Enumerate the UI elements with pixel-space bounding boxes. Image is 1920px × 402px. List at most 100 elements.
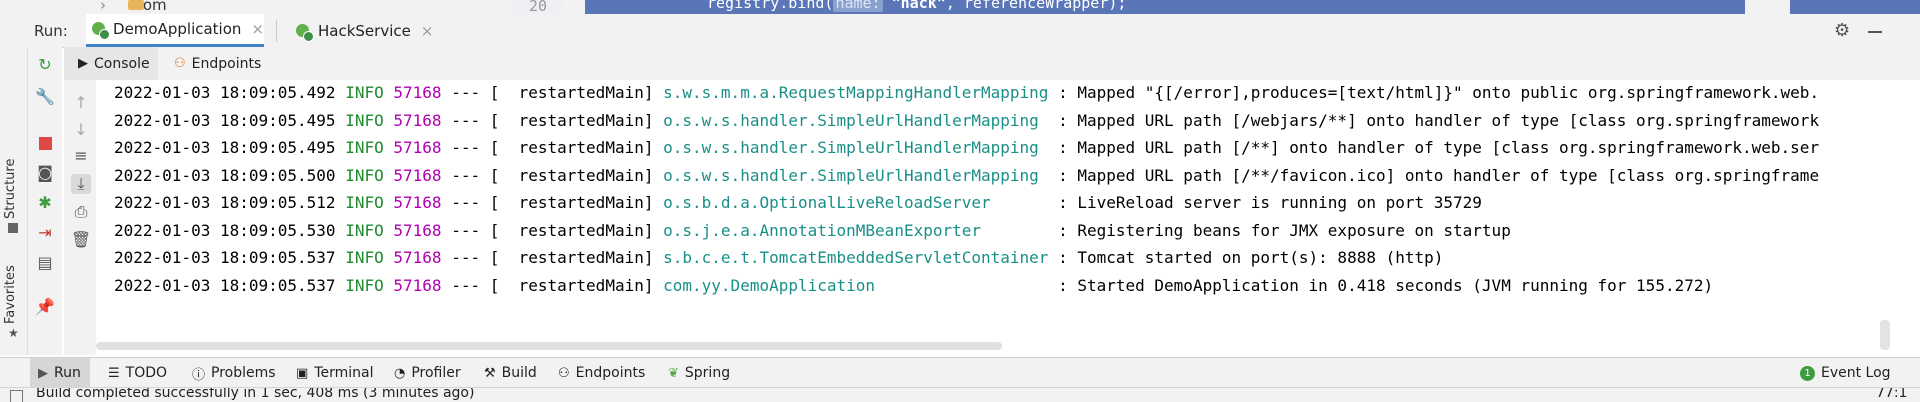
param-hint: name: bbox=[833, 0, 883, 12]
soft-wrap-icon[interactable]: ≡ bbox=[71, 146, 91, 166]
event-log-badge: 1 bbox=[1800, 365, 1815, 381]
log-message: : Registering beans for JMX exposure on … bbox=[1058, 220, 1511, 240]
log-line: 2022-01-03 18:09:05.537 INFO 57168 --- [… bbox=[114, 244, 1443, 271]
status-toggle-icon[interactable] bbox=[10, 390, 23, 402]
log-logger: s.b.c.e.t.TomcatEmbeddedServletContainer bbox=[663, 248, 1049, 267]
list-icon: ☰ bbox=[108, 365, 120, 381]
log-thread: --- [ restartedMain] bbox=[451, 165, 654, 185]
tab-demo-application[interactable]: DemoApplication × bbox=[86, 14, 264, 47]
log-logger: o.s.b.d.a.OptionalLiveReloadServer bbox=[663, 193, 1049, 212]
vertical-scrollbar[interactable] bbox=[1880, 320, 1890, 350]
bottom-tab-todo[interactable]: ☰ TODO bbox=[108, 358, 167, 388]
log-line: 2022-01-03 18:09:05.512 INFO 57168 --- [… bbox=[114, 189, 1482, 216]
log-message: : Mapped "{[/error],produces=[text/html]… bbox=[1058, 83, 1820, 102]
close-icon[interactable]: × bbox=[421, 22, 434, 40]
caret-position[interactable]: 77:1 bbox=[1876, 388, 1907, 401]
bottom-tab-label: Event Log bbox=[1821, 365, 1891, 381]
bottom-tab-label: Terminal bbox=[314, 365, 374, 381]
horizontal-scrollbar[interactable] bbox=[96, 342, 1002, 350]
log-thread: --- [ restartedMain] bbox=[451, 110, 654, 130]
camera-icon[interactable]: ◙ bbox=[35, 163, 55, 183]
log-level: INFO bbox=[345, 165, 384, 185]
time: 2022-01-03 18:09:05.492 bbox=[114, 83, 336, 102]
code-suffix: , referenceWrapper); bbox=[945, 0, 1127, 12]
folder-icon bbox=[128, 0, 144, 10]
bottom-tab-spring[interactable]: ❦ Spring bbox=[668, 358, 730, 388]
layout-icon[interactable]: ▤ bbox=[35, 253, 55, 273]
log-message: : Mapped URL path [/**/favicon.ico] onto… bbox=[1058, 165, 1820, 185]
bottom-tab-run[interactable]: ▶ Run bbox=[30, 358, 90, 388]
spring-app-icon bbox=[92, 21, 110, 40]
log-pid: 57168 bbox=[393, 248, 442, 267]
wrench-icon[interactable]: 🔧 bbox=[35, 87, 55, 107]
editor-strip: › com 20 registry.bind(name: "hack", ref… bbox=[0, 0, 1920, 14]
tab-console-label: Console bbox=[94, 55, 150, 72]
log-line: 2022-01-03 18:09:05.495 INFO 57168 --- [… bbox=[114, 107, 1819, 134]
stop-icon[interactable] bbox=[35, 133, 55, 153]
structure-icon bbox=[8, 223, 18, 233]
bottom-tab-label: Spring bbox=[684, 365, 731, 381]
endpoints-icon: ⚇ bbox=[558, 365, 570, 381]
log-line: 2022-01-03 18:09:05.537 INFO 57168 --- [… bbox=[114, 272, 1713, 299]
run-sub-tabs: ▶ Console ⚇ Endpoints bbox=[64, 47, 1920, 80]
tab-endpoints[interactable]: ⚇ Endpoints bbox=[174, 47, 261, 80]
log-pid: 57168 bbox=[393, 165, 442, 185]
structure-tool-button[interactable]: Structure bbox=[3, 159, 18, 219]
log-thread: --- [ restartedMain] bbox=[451, 193, 654, 212]
close-icon[interactable]: × bbox=[251, 20, 264, 38]
log-message: : LiveReload server is running on port 3… bbox=[1058, 193, 1482, 212]
log-pid: 57168 bbox=[393, 83, 442, 102]
bottom-tab-terminal[interactable]: ▣ Terminal bbox=[296, 358, 373, 388]
log-thread: --- [ restartedMain] bbox=[451, 220, 654, 240]
log-pid: 57168 bbox=[393, 138, 442, 157]
log-pid: 57168 bbox=[393, 110, 442, 130]
log-logger: o.s.w.s.handler.SimpleUrlHandlerMapping bbox=[663, 110, 1049, 130]
bottom-tab-profiler[interactable]: ◔ Profiler bbox=[394, 358, 461, 388]
minimize-icon[interactable] bbox=[1868, 31, 1882, 33]
bottom-tab-build[interactable]: ⚒ Build bbox=[484, 358, 537, 388]
bottom-tab-label: Profiler bbox=[411, 365, 461, 381]
arrow-down-icon[interactable]: ↓ bbox=[71, 120, 91, 140]
run-tool-window-header: Run: DemoApplication × HackService × ⚙ bbox=[0, 14, 1920, 48]
debug-icon[interactable]: ✱ bbox=[35, 193, 55, 213]
console-output[interactable]: 2022-01-03 18:09:05.492 INFO 57168 --- [… bbox=[96, 80, 1920, 355]
log-thread: --- [ restartedMain] bbox=[451, 83, 654, 102]
tab-endpoints-label: Endpoints bbox=[191, 55, 262, 72]
log-pid: 57168 bbox=[393, 275, 442, 295]
rerun-icon[interactable]: ↻ bbox=[35, 55, 55, 75]
gear-icon[interactable]: ⚙ bbox=[1834, 20, 1850, 41]
editor-code-line[interactable]: registry.bind(name: "hack", referenceWra… bbox=[585, 0, 1745, 14]
print-icon[interactable]: ⎙ bbox=[71, 202, 91, 222]
spring-leaf-icon: ❦ bbox=[668, 365, 679, 381]
hammer-icon: ⚒ bbox=[484, 365, 496, 381]
endpoints-icon: ⚇ bbox=[174, 56, 186, 71]
editor-gutter-line-number: 20 bbox=[512, 0, 564, 14]
log-level: INFO bbox=[345, 220, 384, 240]
pin-icon[interactable]: 📌 bbox=[35, 297, 55, 317]
tab-hack-service[interactable]: HackService × bbox=[292, 14, 436, 47]
run-label: Run: bbox=[34, 22, 68, 40]
bottom-tab-problems[interactable]: ⓘ Problems bbox=[192, 358, 276, 388]
arrow-up-icon[interactable]: ↑ bbox=[71, 93, 91, 113]
scroll-to-end-icon[interactable]: ⤓ bbox=[71, 174, 91, 194]
log-line: 2022-01-03 18:09:05.530 INFO 57168 --- [… bbox=[114, 217, 1511, 244]
spring-app-icon bbox=[296, 23, 314, 42]
log-level: INFO bbox=[345, 83, 384, 102]
exit-icon[interactable]: ⇥ bbox=[35, 223, 55, 243]
bottom-tab-event-log[interactable]: 1 Event Log bbox=[1800, 358, 1891, 388]
log-line: 2022-01-03 18:09:05.492 INFO 57168 --- [… bbox=[114, 80, 1819, 106]
log-message: : Mapped URL path [/webjars/**] onto han… bbox=[1058, 110, 1820, 130]
tab-label: DemoApplication bbox=[113, 20, 242, 38]
bottom-tab-label: TODO bbox=[125, 365, 168, 381]
status-message: Build completed successfully in 1 sec, 4… bbox=[36, 387, 475, 401]
bottom-tab-endpoints[interactable]: ⚇ Endpoints bbox=[558, 358, 645, 388]
profiler-icon: ◔ bbox=[394, 365, 406, 381]
log-thread: --- [ restartedMain] bbox=[451, 275, 654, 295]
log-thread: --- [ restartedMain] bbox=[451, 138, 654, 157]
tab-console[interactable]: ▶ Console bbox=[64, 47, 158, 80]
log-line: 2022-01-03 18:09:05.500 INFO 57168 --- [… bbox=[114, 162, 1819, 189]
time: 2022-01-03 18:09:05.495 bbox=[114, 138, 336, 157]
favorites-tool-button[interactable]: Favorites bbox=[3, 265, 18, 324]
trash-icon[interactable]: 🗑 bbox=[71, 230, 91, 250]
bottom-tool-bar: ▶ Run ☰ TODO ⓘ Problems ▣ Terminal ◔ Pro… bbox=[0, 357, 1920, 388]
